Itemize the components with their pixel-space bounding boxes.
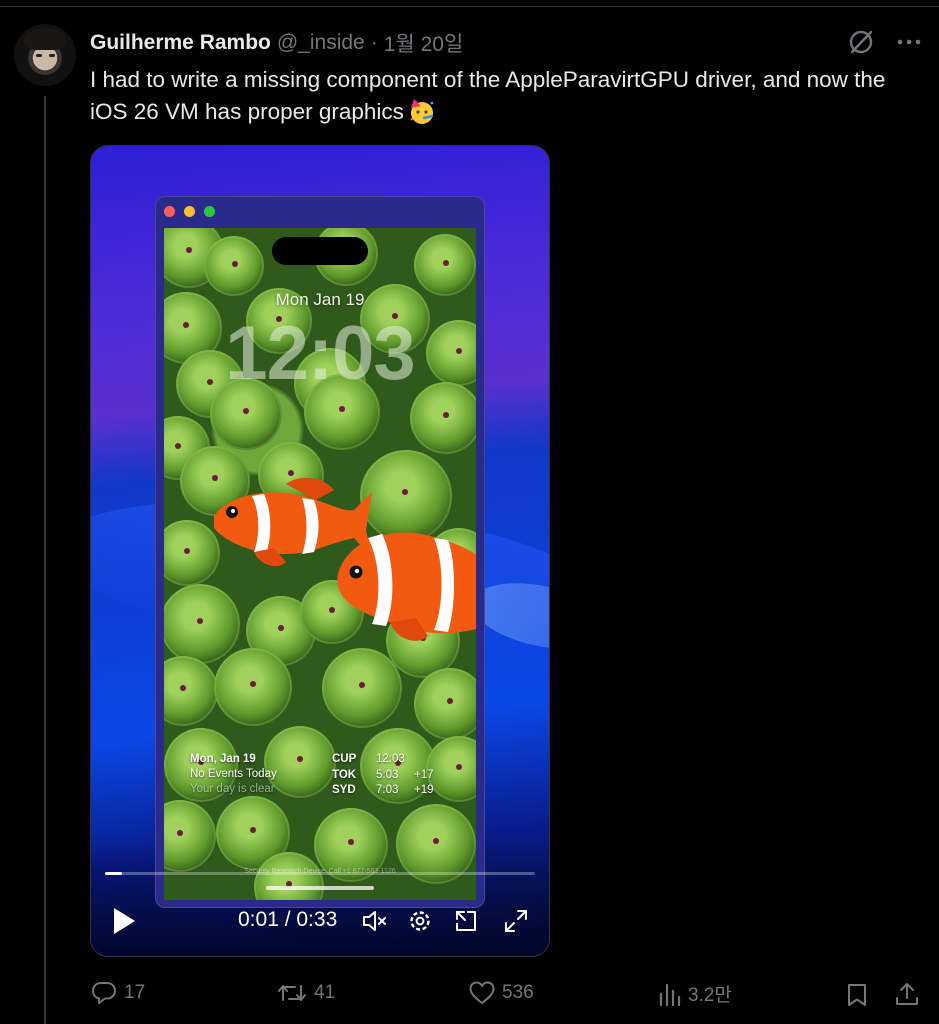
play-icon[interactable] (111, 906, 137, 936)
views-icon (659, 983, 681, 1006)
calendar-line-2: Your day is clear (190, 783, 275, 795)
world-clock-time: 12:03 (376, 753, 405, 765)
heart-icon (469, 981, 495, 1004)
tweet-actions: 17 41 536 3.2만 (90, 980, 930, 1010)
reply-count: 17 (124, 982, 146, 1003)
more-icon[interactable] (897, 38, 921, 46)
vm-window: Mon Jan 19 12:03 Mon, Jan 19 No Events T… (155, 196, 485, 908)
lock-screen-time: 12:03 (225, 311, 415, 396)
top-divider (0, 6, 939, 7)
party-face-emoji-icon (410, 99, 434, 124)
mute-icon[interactable] (361, 908, 387, 934)
grok-icon[interactable] (847, 28, 875, 56)
repost-icon (278, 985, 306, 1001)
repost-count: 41 (314, 982, 336, 1003)
author-name[interactable]: Guilherme Rambo (90, 31, 271, 55)
share-icon[interactable] (894, 981, 920, 1007)
avatar[interactable] (14, 24, 76, 86)
world-clock-row: CUP 12:03 (332, 752, 434, 768)
calendar-line-1: No Events Today (190, 768, 277, 780)
world-clock-row: SYD 7:03 +19 (332, 783, 434, 799)
tweet-body: I had to write a missing component of th… (90, 67, 886, 124)
world-clock-time: 5:03 (376, 768, 399, 781)
world-clock-row: TOK 5:03 +17 (332, 768, 434, 784)
lock-screen-date: Mon Jan 19 (275, 290, 365, 309)
ios-lock-screen: Mon Jan 19 12:03 Mon, Jan 19 No Events T… (164, 228, 476, 900)
reply-icon (92, 982, 116, 1004)
video-progress-bar[interactable] (105, 872, 535, 875)
video-time: 0:01 / 0:33 (238, 908, 338, 931)
header-icons (847, 28, 921, 56)
zoom-light-icon (204, 206, 215, 217)
dynamic-island (272, 237, 368, 265)
pip-icon[interactable] (453, 908, 479, 934)
settings-icon[interactable] (407, 908, 433, 934)
video-progress-fill (105, 872, 123, 875)
author-handle[interactable]: @_inside (277, 31, 365, 55)
separator-dot: · (370, 31, 378, 54)
video-player[interactable]: Mon Jan 19 12:03 Mon, Jan 19 No Events T… (90, 145, 550, 957)
world-clock-city: TOK (332, 768, 357, 781)
calendar-widget: Mon, Jan 19 No Events Today Your day is … (190, 752, 277, 797)
clownfish-2-icon (337, 532, 476, 641)
like-button[interactable]: 536 (468, 980, 534, 1006)
reply-button[interactable]: 17 (90, 980, 145, 1006)
fullscreen-icon[interactable] (503, 908, 529, 934)
thread-line (44, 96, 46, 1024)
view-count: 3.2만 (688, 985, 732, 1006)
close-light-icon (164, 206, 175, 217)
bookmark-icon[interactable] (846, 982, 868, 1008)
tweet-date[interactable]: 1월 20일 (384, 28, 464, 58)
like-count: 536 (502, 982, 534, 1003)
world-clock-city: CUP (332, 753, 357, 765)
minimize-light-icon (184, 206, 195, 217)
tweet-header: Guilherme Rambo @_inside · 1월 20일 (90, 30, 463, 56)
repost-button[interactable]: 41 (276, 980, 335, 1006)
world-clock-time: 7:03 (376, 784, 399, 796)
world-clock-city: SYD (332, 784, 356, 796)
world-clock-widget: CUP 12:03 TOK 5:03 +17 SYD 7:03 +19 (332, 752, 434, 799)
views-button[interactable]: 3.2만 (658, 980, 732, 1007)
world-clock-offset: +19 (414, 784, 434, 796)
world-clock-offset: +17 (414, 768, 434, 781)
home-indicator (266, 886, 374, 890)
tweet-text: I had to write a missing component of th… (90, 64, 910, 128)
calendar-title: Mon, Jan 19 (190, 753, 256, 765)
